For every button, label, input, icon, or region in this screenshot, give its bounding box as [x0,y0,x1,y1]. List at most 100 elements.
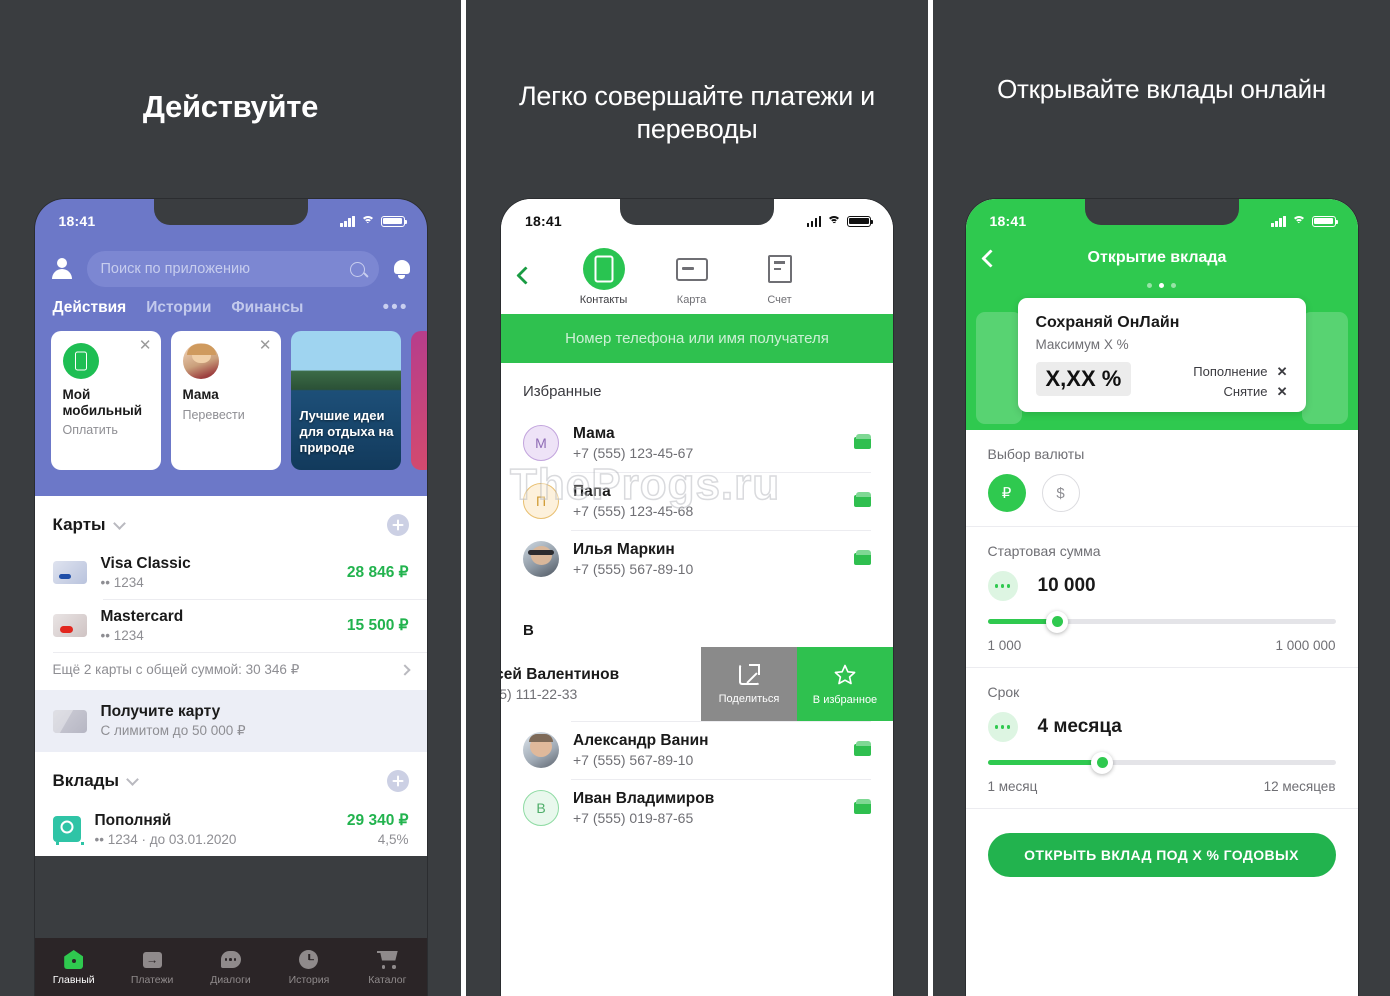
dot[interactable] [1147,283,1152,288]
term-slider-knob[interactable] [1091,751,1114,774]
cards-section-header: Карты [35,496,427,546]
back-icon[interactable] [980,248,1000,268]
recipient-search-input[interactable]: Номер телефона или имя получателя [501,314,893,363]
tab-account[interactable]: Счет [749,247,811,306]
deposit-sub: •• 1234 · до 03.01.2020 [94,831,237,847]
contact-name: Папа [573,483,611,500]
deposit-name: Пополняй [94,811,172,829]
phone-icon [582,248,625,290]
card-icon [675,257,708,281]
phone-mockup-1: 18:41 Поиск по приложению Действия Истор… [34,199,427,996]
add-deposit-button[interactable] [386,770,409,792]
clock-icon [299,950,319,969]
open-deposit-button[interactable]: ОТКРЫТЬ ВКЛАД ПОД X % ГОДОВЫХ [987,833,1336,877]
money-icon [854,492,871,507]
tab-label: Счет [767,294,792,306]
deposit-product-card[interactable]: Сохраняй ОнЛайн Максимум X % X,XX % ✕ Поп… [1017,298,1306,413]
nav-label: История [288,973,330,986]
card-name: Visa Classic [100,555,191,572]
contact-name: Иван Владимиров [573,790,715,807]
screenshot-root: Действуйте 18:41 Поиск по приложению Дей… [0,0,1390,996]
add-card-button[interactable] [386,514,409,536]
page-title: Открытие вклада [1087,249,1227,266]
share-button[interactable]: Поделиться [701,647,797,721]
table-row[interactable]: Пополняй •• 1234 · до 03.01.2020 29 340 … [35,802,427,856]
panel-deposit: Открывайте вклады онлайн 18:41 Открытие … [933,0,1390,996]
search-input[interactable]: Поиск по приложению [86,251,379,287]
panel-2-headline: Легко совершайте платежи и переводы [519,81,875,144]
nav-item-main[interactable]: Главный [35,949,113,986]
tab-stories[interactable]: Истории [146,299,211,317]
close-icon[interactable]: ✕ [139,338,152,353]
contact-name: Мама [573,425,615,442]
tab-label: Контакты [579,294,628,306]
list-item[interactable]: Илья Маркин +7 (555) 567-89-10 [501,530,893,588]
chevron-down-icon[interactable] [112,516,126,530]
money-icon [854,550,871,565]
search-icon [349,261,365,277]
term-slider[interactable] [987,751,1336,774]
swipe-actions: Поделиться В избранное [701,647,893,721]
list-item[interactable]: П Папа +7 (555) 123-45-68 [501,472,893,530]
more-cards-row[interactable]: Ещё 2 карты с общей суммой: 30 346 ₽ [35,652,427,690]
tab-contacts[interactable]: Контакты [573,247,635,306]
wifi-icon [827,215,841,227]
list-item[interactable]: В Иван Владимиров +7 (555) 019-87-65 [501,779,893,837]
list-item[interactable]: Александр Ванин +7 (555) 567-89-10 [501,721,893,779]
amount-slider[interactable] [987,610,1336,633]
table-row[interactable]: Visa Classic •• 1234 28 846 ₽ [35,546,427,599]
list-item-swiped[interactable]: ексей Валентинов (555) 111-22-33 Поделит… [501,647,893,721]
contact-phone: +7 (555) 567-89-10 [573,752,694,768]
get-card-promo[interactable]: Получите карту С лимитом до 50 000 ₽ [34,690,427,752]
avatar: В [523,790,559,826]
table-row[interactable]: Mastercard •• 1234 15 500 ₽ [35,599,427,652]
nav-label: Каталог [368,973,407,986]
currency-row: Выбор валюты ₽ $ [965,430,1358,527]
currency-option-rub[interactable]: ₽ [987,474,1026,512]
story-card-mama[interactable]: ✕ Мама Перевести [170,331,281,470]
feature-mark: ✕ [1276,364,1288,379]
phone-mockup-3: 18:41 Открытие вклада Сохраняй ОнЛайн Ма… [965,199,1358,996]
amount-value: 10 000 [1037,575,1096,596]
panel-3-headline: Открывайте вклады онлайн [997,74,1326,104]
deposits-section-header: Вклады [35,752,427,802]
nav-item-catalog[interactable]: Каталог [348,949,426,986]
dot[interactable] [1171,283,1176,288]
carousel-side-card-left[interactable] [975,312,1022,424]
card-number: •• 1234 [100,575,144,590]
story-card-mobile[interactable]: ✕ Мой мобильный Оплатить [50,331,161,470]
back-icon[interactable] [516,266,535,285]
nav-label: Главный [52,973,95,986]
nav-item-payments[interactable]: Платежи [113,949,191,986]
tab-actions[interactable]: Действия [53,299,127,317]
story-card-nature[interactable]: Лучшие идеи для отдыха на природе [290,331,401,470]
blank-card-icon [52,709,87,733]
notifications-bell-icon[interactable] [393,259,411,279]
contact-phone: +7 (555) 019-87-65 [573,810,694,826]
story-card-peek[interactable] [410,331,427,470]
tab-card[interactable]: Карта [661,247,723,306]
phone-icon [62,343,99,379]
currency-option-usd[interactable]: $ [1041,474,1080,512]
amount-min: 1 000 [987,638,1022,653]
contact-phone: +7 (555) 123-45-68 [573,503,694,519]
close-icon[interactable]: ✕ [259,338,272,353]
term-options-button[interactable] [987,712,1018,742]
tab-finances[interactable]: Финансы [231,299,303,317]
profile-icon[interactable] [51,258,73,280]
list-item[interactable]: М Мама +7 (555) 123-45-67 [501,414,893,472]
nav-item-chats[interactable]: Диалоги [191,949,269,986]
favorite-button[interactable]: В избранное [797,647,893,721]
search-row: Поиск по приложению [35,243,427,287]
chevron-down-icon[interactable] [126,772,139,786]
nav-item-history[interactable]: История [270,949,348,986]
dot-active[interactable] [1159,283,1164,288]
status-icons [340,215,407,227]
story-title: Мой мобильный [62,387,143,418]
amount-options-button[interactable] [987,571,1018,601]
more-menu-icon[interactable]: ••• [383,298,409,318]
amount-slider-knob[interactable] [1046,610,1069,633]
nav-label: Платежи [130,973,174,986]
carousel-side-card-right[interactable] [1301,312,1348,424]
term-row: Срок 4 месяца 1 месяц 12 месяцев [965,668,1358,809]
